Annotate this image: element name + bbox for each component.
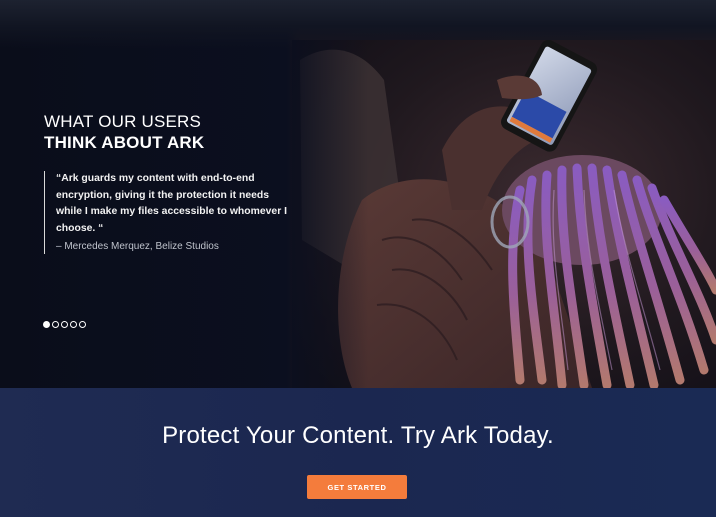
- heading-line-1: WHAT OUR USERS: [44, 112, 202, 131]
- testimonial-photo: [292, 40, 716, 388]
- testimonial-content: WHAT OUR USERS THINK ABOUT ARK “Ark guar…: [44, 111, 294, 254]
- get-started-button[interactable]: GET STARTED: [307, 475, 407, 499]
- testimonial-quote-block: “Ark guards my content with end-to-end e…: [44, 171, 294, 254]
- testimonial-section: WHAT OUR USERS THINK ABOUT ARK “Ark guar…: [0, 0, 716, 388]
- carousel-dot-5[interactable]: [79, 321, 86, 328]
- carousel-dot-4[interactable]: [70, 321, 77, 328]
- testimonial-heading: WHAT OUR USERS THINK ABOUT ARK: [44, 111, 294, 153]
- testimonial-quote: “Ark guards my content with end-to-end e…: [56, 173, 288, 234]
- carousel-dot-1[interactable]: [43, 321, 50, 328]
- testimonial-author: – Mercedes Merquez, Belize Studios: [56, 241, 219, 252]
- carousel-dot-2[interactable]: [52, 321, 59, 328]
- carousel-dot-3[interactable]: [61, 321, 68, 328]
- cta-title: Protect Your Content. Try Ark Today.: [162, 422, 554, 449]
- carousel-dots: [43, 321, 86, 328]
- heading-line-2: THINK ABOUT ARK: [44, 133, 205, 152]
